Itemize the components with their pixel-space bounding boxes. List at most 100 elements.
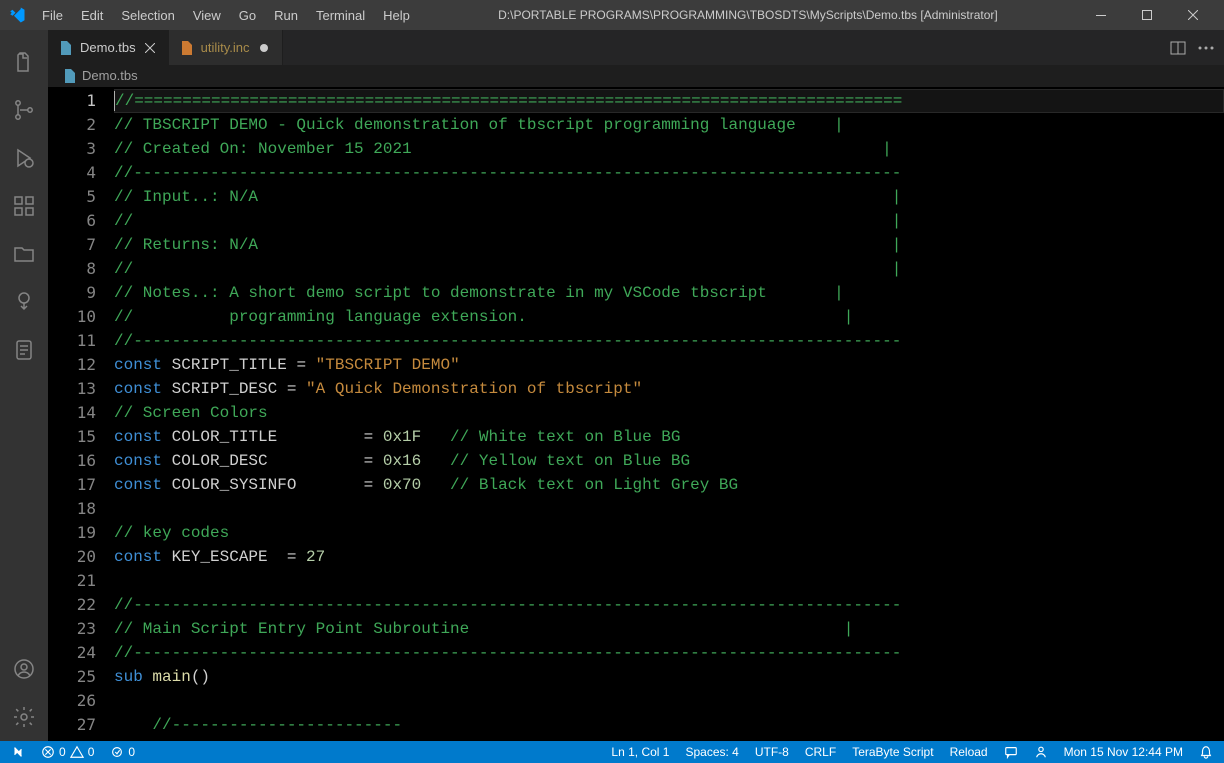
more-actions-icon[interactable] [1198,46,1214,50]
close-button[interactable] [1170,0,1216,30]
errors-warnings[interactable]: 0 0 [38,745,97,759]
code-line[interactable]: // programming language extension. | [114,305,1224,329]
line-number: 5 [48,185,96,209]
code-line[interactable]: // Created On: November 15 2021 | [114,137,1224,161]
line-number: 6 [48,209,96,233]
line-number: 21 [48,569,96,593]
code-line[interactable]: // Main Script Entry Point Subroutine | [114,617,1224,641]
project-manager-icon[interactable] [0,230,48,278]
line-number: 15 [48,425,96,449]
code-line[interactable]: //--------------------------------------… [114,593,1224,617]
window-title: D:\PORTABLE PROGRAMS\PROGRAMMING\TBOSDTS… [418,8,1078,22]
minimize-button[interactable] [1078,0,1124,30]
menu-terminal[interactable]: Terminal [308,4,373,27]
code-line[interactable] [114,689,1224,713]
split-editor-icon[interactable] [1170,40,1186,56]
explorer-icon[interactable] [0,38,48,86]
code-line[interactable]: sub main() [114,665,1224,689]
source-control-icon[interactable] [0,86,48,134]
file-icon [179,40,195,56]
code-line[interactable] [114,569,1224,593]
breadcrumb-label: Demo.tbs [82,68,138,83]
breadcrumbs[interactable]: Demo.tbs [48,65,1224,87]
menu-view[interactable]: View [185,4,229,27]
menu-go[interactable]: Go [231,4,264,27]
code-line[interactable]: // TBSCRIPT DEMO - Quick demonstration o… [114,113,1224,137]
line-number: 19 [48,521,96,545]
code-line[interactable]: // Input..: N/A | [114,185,1224,209]
cursor-position[interactable]: Ln 1, Col 1 [608,745,672,759]
code-line[interactable]: // Notes..: A short demo script to demon… [114,281,1224,305]
line-number: 9 [48,281,96,305]
code-line[interactable]: // Returns: N/A | [114,233,1224,257]
code-line[interactable]: //--------------------------------------… [114,329,1224,353]
code-line[interactable]: const COLOR_TITLE = 0x1F // White text o… [114,425,1224,449]
person-icon[interactable] [1031,745,1051,759]
line-number: 17 [48,473,96,497]
menu-file[interactable]: File [34,4,71,27]
editor-region: Demo.tbs utility.inc Demo.tbs 1234567891… [48,30,1224,741]
settings-gear-icon[interactable] [0,693,48,741]
modified-indicator-icon[interactable] [256,40,272,56]
code-line[interactable]: //======================================… [114,89,1224,113]
line-number: 2 [48,113,96,137]
close-icon[interactable] [142,40,158,56]
line-number: 12 [48,353,96,377]
code-line[interactable]: const SCRIPT_DESC = "A Quick Demonstrati… [114,377,1224,401]
extensions-icon[interactable] [0,182,48,230]
code-line[interactable]: const KEY_ESCAPE = 27 [114,545,1224,569]
window-controls [1078,0,1216,30]
code-line[interactable]: //--------------------------------------… [114,161,1224,185]
line-number: 16 [48,449,96,473]
line-number: 4 [48,161,96,185]
line-number-gutter: 1234567891011121314151617181920212223242… [48,87,114,741]
code-line[interactable] [114,497,1224,521]
tab-label: utility.inc [201,40,250,55]
code-line[interactable]: const COLOR_DESC = 0x16 // Yellow text o… [114,449,1224,473]
code-line[interactable]: // Screen Colors [114,401,1224,425]
run-debug-icon[interactable] [0,134,48,182]
line-number: 26 [48,689,96,713]
tab-demo-tbs[interactable]: Demo.tbs [48,30,169,65]
line-number: 10 [48,305,96,329]
menu-help[interactable]: Help [375,4,418,27]
editor[interactable]: 1234567891011121314151617181920212223242… [48,87,1224,741]
reload-button[interactable]: Reload [947,745,991,759]
gistpad-icon[interactable] [0,278,48,326]
feedback-icon[interactable] [1001,745,1021,759]
code-line[interactable]: const SCRIPT_TITLE = "TBSCRIPT DEMO" [114,353,1224,377]
account-icon[interactable] [0,645,48,693]
eol[interactable]: CRLF [802,745,839,759]
tab-utility-inc[interactable]: utility.inc [169,30,283,65]
tab-label: Demo.tbs [80,40,136,55]
notifications-bell-icon[interactable] [1196,745,1216,759]
line-number: 27 [48,713,96,737]
code-line[interactable]: const COLOR_SYSINFO = 0x70 // Black text… [114,473,1224,497]
code-line[interactable]: // | [114,209,1224,233]
indentation[interactable]: Spaces: 4 [682,745,741,759]
encoding[interactable]: UTF-8 [752,745,792,759]
maximize-button[interactable] [1124,0,1170,30]
code-line[interactable]: // | [114,257,1224,281]
clock[interactable]: Mon 15 Nov 12:44 PM [1061,745,1186,759]
line-number: 18 [48,497,96,521]
language-mode[interactable]: TeraByte Script [849,745,936,759]
menu-selection[interactable]: Selection [113,4,182,27]
line-number: 23 [48,617,96,641]
code-line[interactable]: //------------------------ [114,713,1224,737]
menu-edit[interactable]: Edit [73,4,111,27]
file-icon [58,40,74,56]
line-number: 22 [48,593,96,617]
code-line[interactable]: //--------------------------------------… [114,641,1224,665]
code-area[interactable]: //======================================… [114,87,1224,741]
status-bar: 0 0 0 Ln 1, Col 1 Spaces: 4 UTF-8 CRLF T… [0,741,1224,763]
line-number: 7 [48,233,96,257]
file-icon [62,68,78,84]
code-line[interactable]: // Initialize terminal [114,737,1224,741]
menu-run[interactable]: Run [266,4,306,27]
line-number: 25 [48,665,96,689]
ports[interactable]: 0 [107,745,138,759]
remote-button[interactable] [8,745,28,759]
code-line[interactable]: // key codes [114,521,1224,545]
todo-icon[interactable] [0,326,48,374]
